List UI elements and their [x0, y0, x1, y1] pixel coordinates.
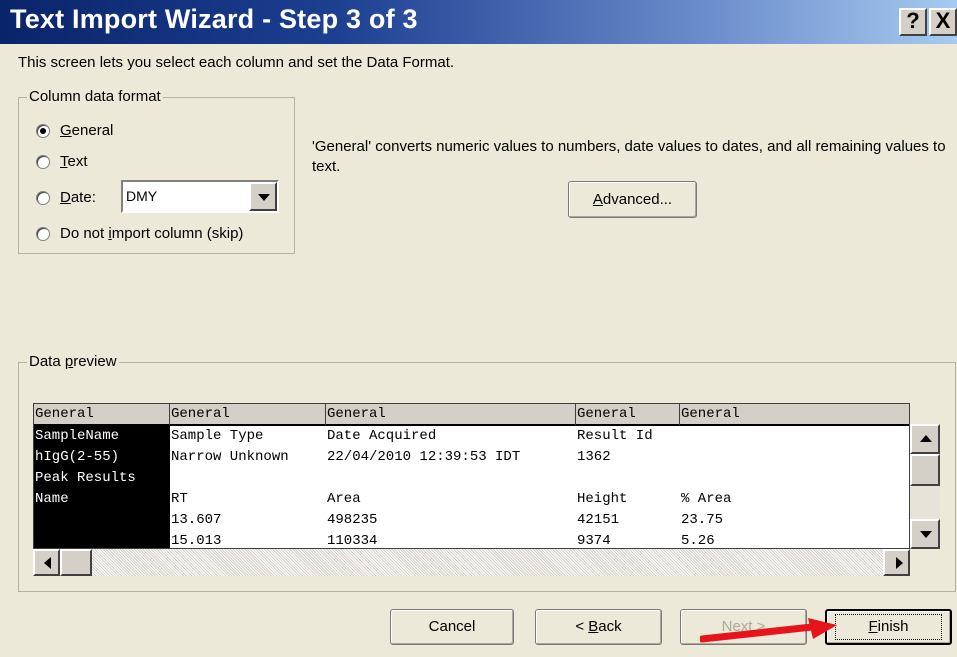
scroll-left-button[interactable] — [33, 549, 60, 576]
preview-cell: Date Acquired — [327, 428, 437, 444]
preview-cell: Narrow Unknown — [171, 449, 289, 465]
scroll-right-button[interactable] — [883, 549, 910, 576]
help-button[interactable]: ? — [899, 8, 927, 36]
preview-cell: Area — [327, 491, 361, 507]
arrow-up-icon — [920, 435, 932, 442]
arrow-down-icon — [920, 531, 932, 538]
vertical-scrollbar[interactable] — [910, 424, 940, 549]
scroll-up-button[interactable] — [910, 424, 940, 454]
arrow-shaft — [700, 623, 816, 643]
scroll-down-button[interactable] — [910, 519, 940, 549]
preview-cell: RT — [171, 491, 188, 507]
radio-button-icon[interactable] — [36, 226, 50, 241]
radio-label: Do not import column (skip) — [60, 225, 244, 242]
scroll-thumb[interactable] — [60, 549, 92, 576]
radio-button-icon[interactable] — [36, 154, 50, 169]
wizard-body: This screen lets you select each column … — [0, 44, 957, 657]
preview-cell — [326, 468, 576, 489]
dropdown-button[interactable] — [249, 182, 277, 211]
radio-label: Date: — [60, 189, 96, 206]
radio-date[interactable]: Date: — [36, 189, 96, 206]
scroll-thumb[interactable] — [910, 454, 940, 486]
preview-cell: 9374 — [577, 533, 611, 549]
arrow-head — [808, 618, 837, 639]
date-format-select[interactable]: DMY — [121, 180, 279, 213]
preview-column[interactable]: General % Area 23.75 5.26 — [680, 404, 909, 549]
column-format-header[interactable]: General — [34, 404, 170, 426]
preview-cell — [680, 468, 909, 489]
preview-cell: 23.75 — [681, 512, 724, 528]
title-bar[interactable]: Text Import Wizard - Step 3 of 3 ? X — [0, 0, 957, 44]
radio-text[interactable]: Text — [36, 153, 88, 170]
back-button[interactable]: < Back — [535, 609, 662, 645]
horizontal-scrollbar[interactable] — [33, 549, 910, 576]
preview-cell — [34, 510, 170, 531]
preview-cell: 13.607 — [171, 512, 222, 528]
radio-button-icon[interactable] — [36, 190, 50, 205]
close-button[interactable]: X — [929, 8, 957, 36]
preview-cell: Peak Results — [35, 470, 136, 486]
preview-column[interactable]: General Result Id 1362 Height 42151 9374 — [576, 404, 680, 549]
arrow-right-icon — [896, 557, 903, 569]
radio-skip[interactable]: Do not import column (skip) — [36, 225, 243, 242]
column-format-header[interactable]: General — [326, 404, 576, 426]
finish-label: Finish — [835, 614, 942, 640]
radio-general[interactable]: General — [36, 122, 113, 139]
preview-cell — [680, 447, 909, 468]
preview-cell — [576, 468, 680, 489]
column-format-header[interactable]: General — [680, 404, 909, 426]
preview-cell: SampleName — [35, 428, 120, 444]
preview-cell: 498235 — [327, 512, 378, 528]
radio-label: General — [60, 122, 114, 139]
preview-cell: 110334 — [327, 533, 378, 549]
preview-cell: 5.26 — [681, 533, 715, 549]
advanced-button[interactable]: Advanced... — [568, 181, 697, 218]
arrow-left-icon — [44, 557, 51, 569]
date-format-value: DMY — [126, 188, 158, 204]
preview-cell: 1362 — [577, 449, 611, 465]
cancel-button[interactable]: Cancel — [390, 609, 514, 645]
preview-column[interactable]: General Sample Type Narrow Unknown RT 13… — [170, 404, 326, 549]
preview-cell: % Area — [681, 491, 732, 507]
data-preview-grid[interactable]: General SampleName hIgG(2-55) Peak Resul… — [33, 403, 910, 549]
red-arrow-annotation — [700, 618, 837, 643]
radio-button-icon[interactable] — [36, 123, 50, 138]
preview-column[interactable]: General SampleName hIgG(2-55) Peak Resul… — [34, 404, 170, 548]
preview-cell — [34, 531, 170, 548]
group-legend: Column data format — [27, 88, 163, 105]
instruction-text: This screen lets you select each column … — [18, 54, 455, 71]
chevron-down-icon — [258, 194, 270, 201]
preview-cell — [170, 468, 326, 489]
preview-cell: Height — [577, 491, 628, 507]
format-description: 'General' converts numeric values to num… — [312, 138, 946, 175]
preview-column[interactable]: General Date Acquired 22/04/2010 12:39:5… — [326, 404, 576, 549]
preview-cell: hIgG(2-55) — [35, 449, 120, 465]
preview-cell: Result Id — [577, 428, 653, 444]
preview-cell: 22/04/2010 12:39:53 IDT — [327, 449, 521, 465]
group-legend: Data preview — [27, 353, 119, 370]
preview-cell: Sample Type — [171, 428, 264, 444]
finish-button[interactable]: Finish — [825, 609, 952, 645]
text-import-wizard-dialog: Text Import Wizard - Step 3 of 3 ? X Thi… — [0, 0, 957, 657]
column-format-header[interactable]: General — [576, 404, 680, 426]
window-title: Text Import Wizard - Step 3 of 3 — [10, 4, 418, 34]
preview-cell: Name — [35, 491, 69, 507]
column-format-header[interactable]: General — [170, 404, 326, 426]
preview-cell: 42151 — [577, 512, 620, 528]
preview-cell — [680, 426, 909, 447]
radio-label: Text — [60, 153, 88, 170]
preview-cell: 15.013 — [171, 533, 222, 549]
